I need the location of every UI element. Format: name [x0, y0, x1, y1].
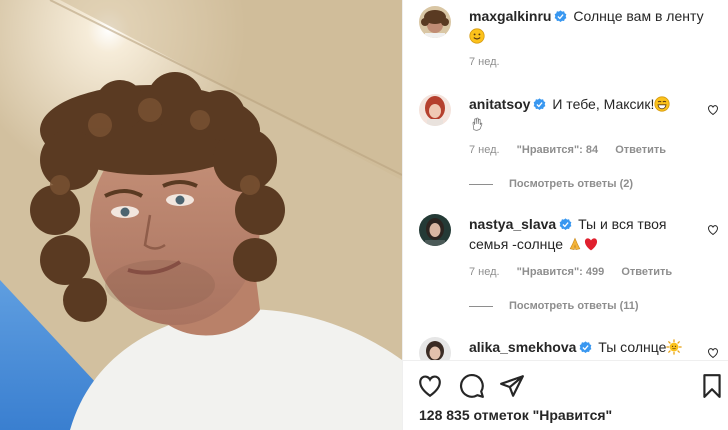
verified-icon	[555, 10, 567, 23]
caption-text-block: maxgalkinru Солнце вам в ленту	[469, 6, 709, 46]
comment-text: И тебе, Максик!	[552, 96, 655, 112]
verified-icon	[580, 341, 592, 354]
view-replies-label: Посмотреть ответы (11)	[509, 300, 639, 312]
praying-hands-emoji-icon	[569, 237, 581, 250]
author-username[interactable]: maxgalkinru	[469, 8, 551, 24]
commenter-avatar[interactable]	[419, 94, 451, 126]
comment-meta: 7 нед. "Нравится": 84 Ответить	[469, 144, 680, 156]
verified-icon	[559, 218, 572, 231]
comment-username[interactable]: alika_smekhova	[469, 339, 576, 355]
comment-likes[interactable]: "Нравится": 84	[517, 144, 598, 156]
reply-button[interactable]: Ответить	[615, 144, 666, 156]
red-heart-emoji-icon	[584, 238, 597, 251]
reply-button[interactable]: Ответить	[621, 266, 672, 278]
view-replies-label: Посмотреть ответы (2)	[509, 178, 634, 190]
comment-text-block: alika_smekhova Ты солнце	[469, 337, 689, 357]
sun-emoji-icon	[666, 339, 682, 355]
replies-divider	[469, 183, 493, 185]
comment-text: Ты солнце	[598, 339, 667, 355]
grin-emoji-icon	[654, 96, 670, 112]
comment-username[interactable]: nastya_slava	[469, 216, 556, 232]
caption-text: Солнце вам в ленту	[573, 8, 704, 24]
comment-text-block: anitatsoy И тебе, Максик!	[469, 94, 689, 134]
smile-emoji-icon	[469, 28, 485, 44]
comments-list[interactable]: maxgalkinru Солнце вам в ленту 7 нед. an…	[403, 0, 728, 360]
commenter-avatar[interactable]	[419, 214, 451, 246]
likes-count[interactable]: 128 835 отметок "Нравится"	[419, 407, 612, 423]
heart-icon[interactable]	[417, 373, 443, 399]
caption-meta: 7 нед.	[469, 56, 514, 68]
share-icon[interactable]	[499, 373, 525, 399]
verified-icon	[534, 98, 546, 111]
view-replies-button[interactable]: Посмотреть ответы (2)	[469, 178, 633, 190]
comment-like-icon[interactable]	[707, 224, 719, 236]
comment-text-block: nastya_slava Ты и вся твоя семья -солнце	[469, 214, 689, 254]
replies-divider	[469, 305, 493, 307]
post-photo[interactable]	[0, 0, 402, 430]
comment-meta: 7 нед. "Нравится": 499 Ответить	[469, 266, 686, 278]
commenter-avatar[interactable]	[419, 337, 451, 360]
bookmark-icon[interactable]	[699, 373, 725, 399]
comment-likes[interactable]: "Нравится": 499	[517, 266, 605, 278]
comment-icon[interactable]	[459, 373, 485, 399]
caption-time[interactable]: 7 нед.	[469, 56, 500, 68]
post-sidebar: maxgalkinru Солнце вам в ленту 7 нед. an…	[402, 0, 728, 430]
comment-time[interactable]: 7 нед.	[469, 266, 500, 278]
view-replies-button[interactable]: Посмотреть ответы (11)	[469, 300, 639, 312]
comment-like-icon[interactable]	[707, 347, 719, 359]
comment-username[interactable]: anitatsoy	[469, 96, 530, 112]
post-action-bar: 128 835 отметок "Нравится"	[403, 360, 728, 430]
raised-hand-emoji-icon	[472, 117, 483, 131]
author-avatar[interactable]	[419, 6, 451, 38]
comment-like-icon[interactable]	[707, 104, 719, 116]
comment-time[interactable]: 7 нед.	[469, 144, 500, 156]
